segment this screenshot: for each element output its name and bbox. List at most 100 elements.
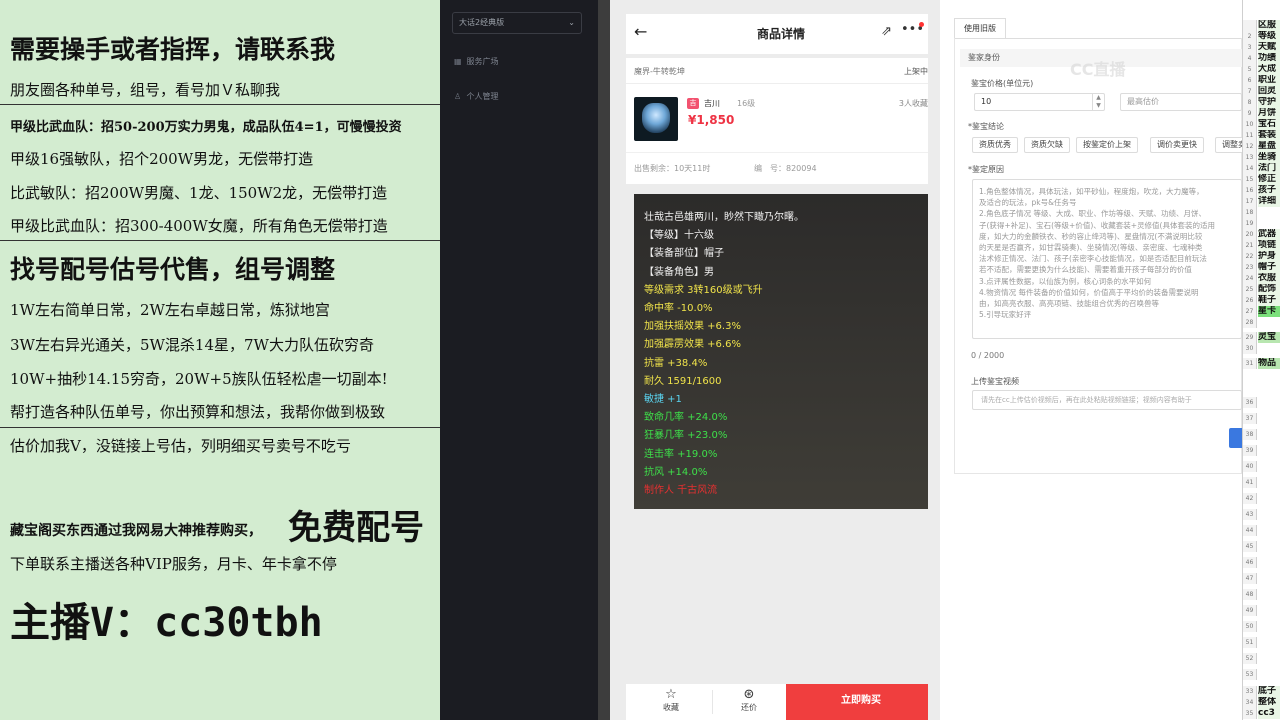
sheet-cell[interactable] xyxy=(1258,429,1280,440)
row-number[interactable]: 24 xyxy=(1243,273,1257,284)
sheet-cell[interactable] xyxy=(1258,589,1280,600)
row-number[interactable]: 35 xyxy=(1243,708,1257,719)
sheet-cell[interactable]: 项链 xyxy=(1258,240,1280,251)
row-number[interactable]: 50 xyxy=(1243,621,1257,632)
sheet-cell[interactable]: 大成 xyxy=(1258,64,1280,75)
sheet-cell[interactable] xyxy=(1258,653,1280,664)
row-number[interactable]: 4 xyxy=(1243,53,1257,64)
sheet-cell[interactable]: 整体 xyxy=(1258,697,1280,708)
row-number[interactable]: 47 xyxy=(1243,573,1257,584)
conclusion-chip[interactable]: 资质欠缺 xyxy=(1024,137,1070,153)
stepper-icon[interactable]: ▲ ▼ xyxy=(1092,94,1104,110)
tab-old-version[interactable]: 使用旧版 xyxy=(954,18,1006,38)
sheet-cell[interactable] xyxy=(1258,343,1280,354)
sheet-cell[interactable]: 坐骑 xyxy=(1258,152,1280,163)
row-number[interactable]: 30 xyxy=(1243,343,1257,354)
row-number[interactable]: 21 xyxy=(1243,240,1257,251)
sheet-cell[interactable]: 武器 xyxy=(1258,229,1280,240)
sidebar-item-service[interactable]: ▦ 服务广场 xyxy=(454,56,499,67)
row-number[interactable]: 14 xyxy=(1243,163,1257,174)
row-number[interactable]: 40 xyxy=(1243,461,1257,472)
sheet-cell[interactable]: 星卡 xyxy=(1258,306,1280,317)
row-number[interactable]: 13 xyxy=(1243,152,1257,163)
buy-now-button[interactable]: 立即购买 xyxy=(786,684,936,720)
collect-button[interactable]: ☆ 收藏 xyxy=(634,688,708,713)
row-number[interactable]: 38 xyxy=(1243,429,1257,440)
sheet-cell[interactable]: 回灵 xyxy=(1258,86,1280,97)
row-number[interactable]: 39 xyxy=(1243,445,1257,456)
sheet-cell[interactable] xyxy=(1258,317,1280,328)
sheet-cell[interactable] xyxy=(1258,445,1280,456)
row-number[interactable]: 20 xyxy=(1243,229,1257,240)
sheet-cell[interactable] xyxy=(1258,413,1280,424)
row-number[interactable]: 22 xyxy=(1243,251,1257,262)
conclusion-chip[interactable]: 资质优秀 xyxy=(972,137,1018,153)
sheet-cell[interactable] xyxy=(1258,461,1280,472)
row-number[interactable]: 7 xyxy=(1243,86,1257,97)
row-number[interactable]: 15 xyxy=(1243,174,1257,185)
row-number[interactable]: 2 xyxy=(1243,31,1257,42)
row-number[interactable]: 29 xyxy=(1243,332,1257,343)
sidebar-item-personal[interactable]: ♙ 个人管理 xyxy=(454,91,499,102)
row-number[interactable]: 12 xyxy=(1243,141,1257,152)
row-number[interactable]: 16 xyxy=(1243,185,1257,196)
sheet-cell[interactable]: 物品 xyxy=(1258,358,1280,369)
max-estimate-input[interactable]: 最高估价 xyxy=(1120,93,1242,111)
price-input[interactable]: 10 ▲ ▼ xyxy=(974,93,1105,111)
row-number[interactable]: 37 xyxy=(1243,413,1257,424)
sheet-cell[interactable] xyxy=(1258,207,1280,218)
sheet-cell[interactable]: 守护 xyxy=(1258,97,1280,108)
submit-button[interactable] xyxy=(1229,428,1242,448)
sheet-cell[interactable]: 月饼 xyxy=(1258,108,1280,119)
sheet-cell[interactable] xyxy=(1258,218,1280,229)
conclusion-chip[interactable]: 按鉴定价上架 xyxy=(1076,137,1138,153)
row-number[interactable]: 28 xyxy=(1243,317,1257,328)
item-thumbnail[interactable] xyxy=(634,97,678,141)
row-number[interactable]: 42 xyxy=(1243,493,1257,504)
sheet-cell[interactable] xyxy=(1258,573,1280,584)
video-link-input[interactable]: 请先在cc上传估价视频后，再在此处粘贴视频链接；视频内容有助于 xyxy=(972,390,1242,410)
sheet-cell[interactable]: 底子 xyxy=(1258,686,1280,697)
sheet-cell[interactable] xyxy=(1258,605,1280,616)
row-number[interactable]: 43 xyxy=(1243,509,1257,520)
sheet-cell[interactable]: 等级 xyxy=(1258,31,1280,42)
sheet-cell[interactable]: 套装 xyxy=(1258,130,1280,141)
game-select[interactable]: 大话2经典版 ⌄ xyxy=(452,12,582,34)
sheet-cell[interactable] xyxy=(1258,669,1280,680)
sheet-cell[interactable]: 配饰 xyxy=(1258,284,1280,295)
row-number[interactable]: 18 xyxy=(1243,207,1257,218)
sheet-cell[interactable]: 区服 xyxy=(1258,20,1280,31)
row-number[interactable]: 36 xyxy=(1243,397,1257,408)
row-number[interactable]: 6 xyxy=(1243,75,1257,86)
row-number[interactable]: 44 xyxy=(1243,525,1257,536)
sheet-cell[interactable] xyxy=(1258,637,1280,648)
sheet-cell[interactable] xyxy=(1258,525,1280,536)
row-number[interactable]: 33 xyxy=(1243,686,1257,697)
row-number[interactable]: 46 xyxy=(1243,557,1257,568)
row-number[interactable]: 41 xyxy=(1243,477,1257,488)
bargain-button[interactable]: ⊛ 还价 xyxy=(712,688,786,713)
sheet-cell[interactable]: 帽子 xyxy=(1258,262,1280,273)
row-number[interactable]: 10 xyxy=(1243,119,1257,130)
row-number[interactable]: 17 xyxy=(1243,196,1257,207)
row-number[interactable]: 26 xyxy=(1243,295,1257,306)
sheet-cell[interactable]: 孩子 xyxy=(1258,185,1280,196)
conclusion-chip[interactable]: 调价卖更快 xyxy=(1150,137,1204,153)
sheet-cell[interactable]: 天赋 xyxy=(1258,42,1280,53)
sheet-cell[interactable]: 详细 xyxy=(1258,196,1280,207)
row-number[interactable]: 49 xyxy=(1243,605,1257,616)
row-number[interactable]: 27 xyxy=(1243,306,1257,317)
sheet-cell[interactable]: 修正 xyxy=(1258,174,1280,185)
row-number[interactable]: 5 xyxy=(1243,64,1257,75)
sheet-cell[interactable]: 宝石 xyxy=(1258,119,1280,130)
sheet-cell[interactable] xyxy=(1258,621,1280,632)
row-number[interactable]: 51 xyxy=(1243,637,1257,648)
sheet-cell[interactable]: 法门 xyxy=(1258,163,1280,174)
row-number[interactable]: 3 xyxy=(1243,42,1257,53)
sheet-cell[interactable] xyxy=(1258,397,1280,408)
sheet-cell[interactable] xyxy=(1258,509,1280,520)
row-number[interactable]: 34 xyxy=(1243,697,1257,708)
row-number[interactable]: 53 xyxy=(1243,669,1257,680)
sheet-cell[interactable]: 职业 xyxy=(1258,75,1280,86)
row-number[interactable]: 52 xyxy=(1243,653,1257,664)
